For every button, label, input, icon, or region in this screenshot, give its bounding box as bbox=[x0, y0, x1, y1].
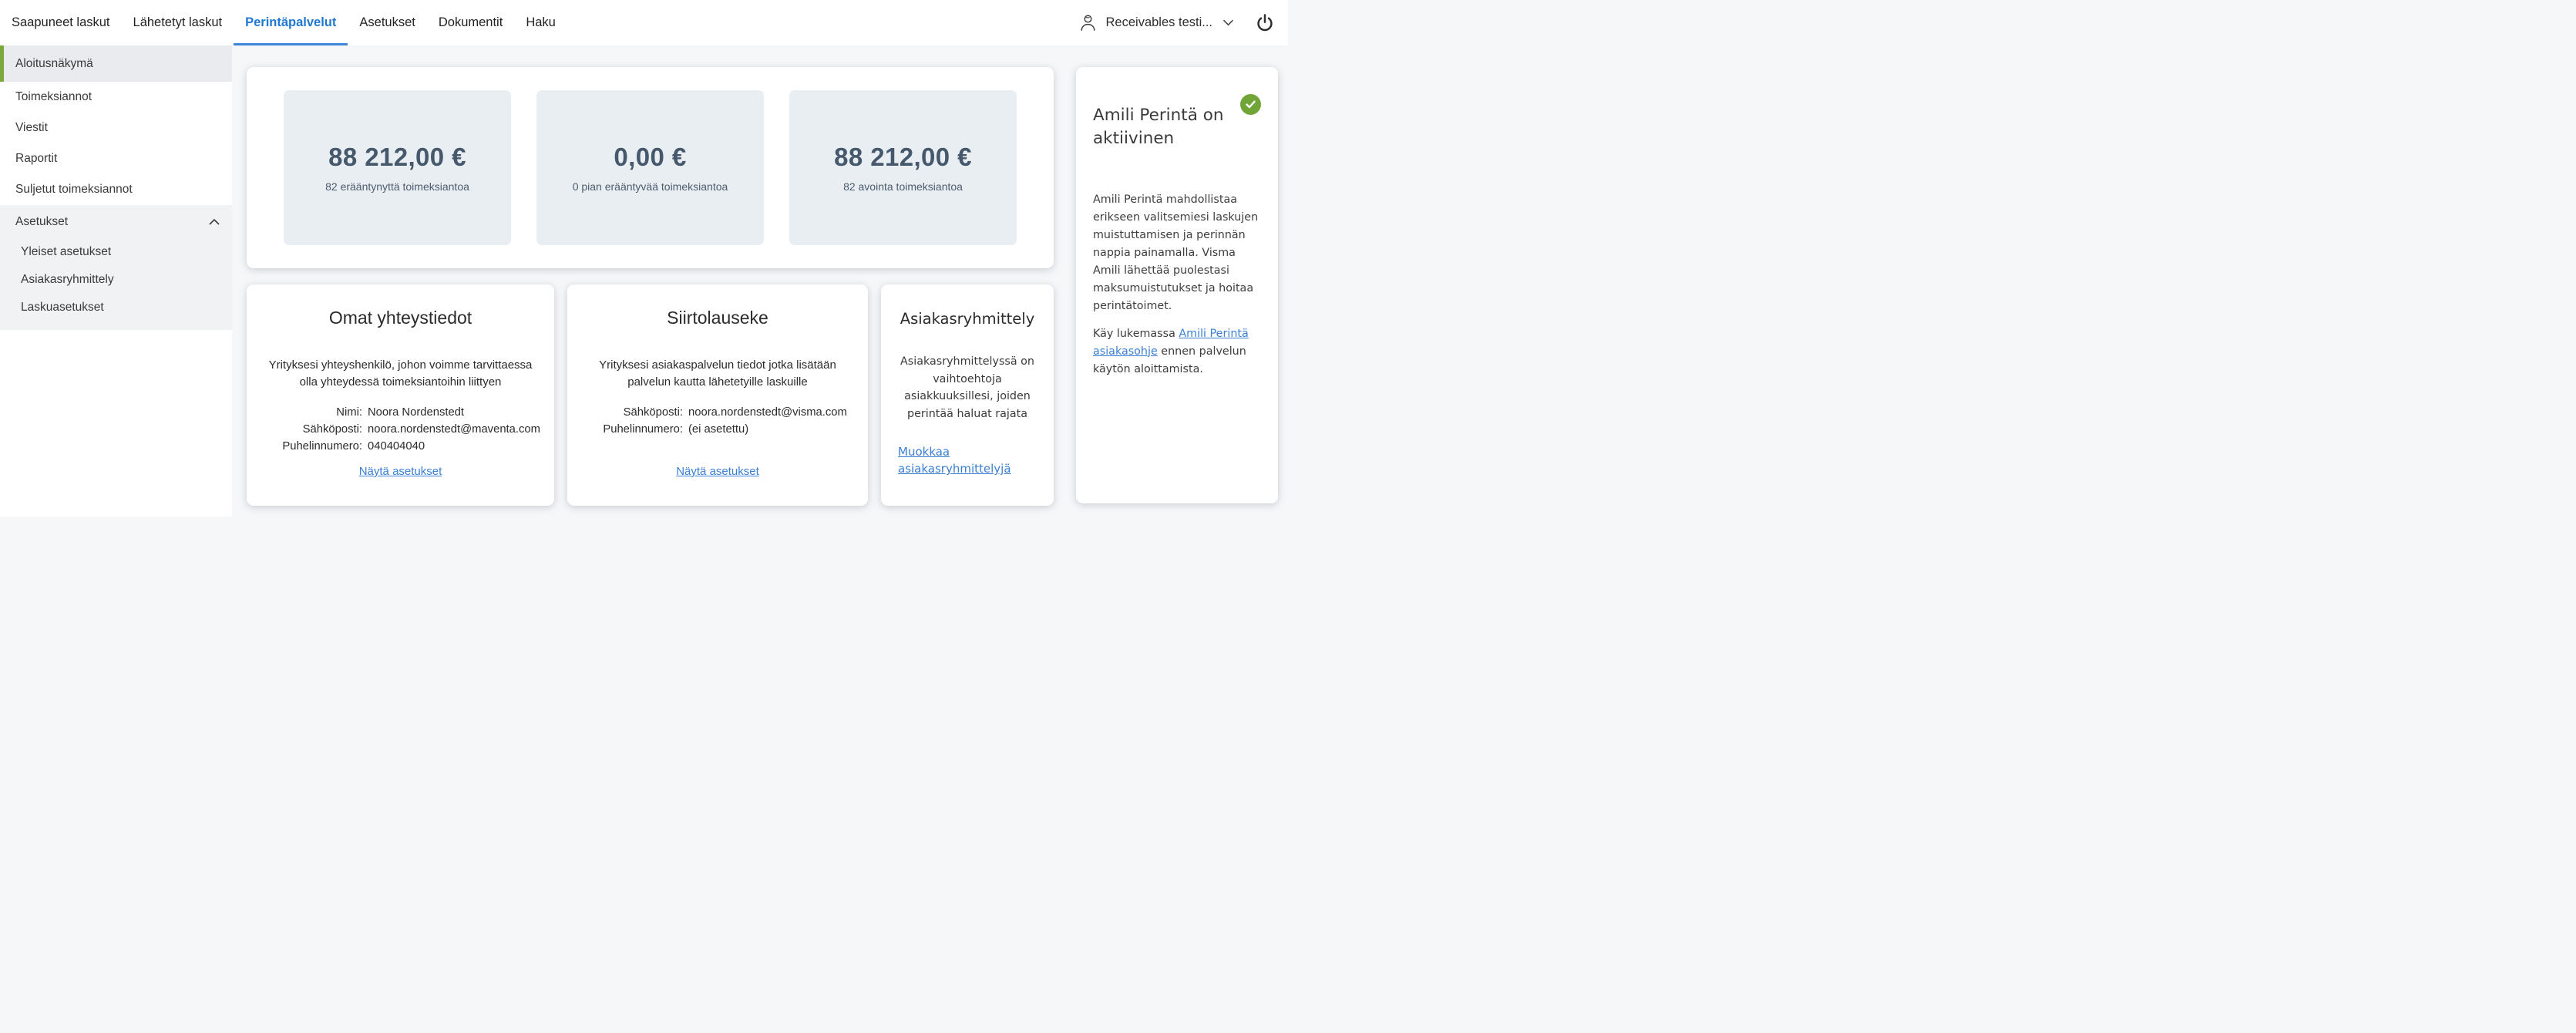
info-label: Sähköposti: bbox=[595, 404, 683, 421]
info-row-phone: Puhelinnumero: 040404040 bbox=[261, 438, 540, 455]
stat-overdue-amount: 88 212,00 € 82 erääntynyttä toimeksianto… bbox=[284, 90, 511, 245]
person-icon bbox=[1078, 12, 1098, 33]
app-shell: Aloitusnäkymä Toimeksiannot Viestit Rapo… bbox=[0, 45, 1288, 516]
power-button[interactable] bbox=[1255, 13, 1275, 33]
stat-caption: 82 avointa toimeksiantoa bbox=[843, 180, 963, 193]
contact-info-rows: Nimi: Noora Nordenstedt Sähköposti: noor… bbox=[261, 404, 540, 455]
tab-haku[interactable]: Haku bbox=[514, 0, 567, 45]
tab-saapuneet-laskut[interactable]: Saapuneet laskut bbox=[0, 0, 122, 45]
tab-asetukset[interactable]: Asetukset bbox=[348, 0, 426, 45]
tab-lahetetyt-laskut[interactable]: Lähetetyt laskut bbox=[122, 0, 234, 45]
card-siirtolauseke: Siirtolauseke Yrityksesi asiakaspalvelun… bbox=[567, 284, 868, 506]
sidebar-item-asetukset[interactable]: Asetukset bbox=[0, 205, 232, 238]
amili-status-panel: Amili Perintä on aktiivinen Amili Perint… bbox=[1076, 67, 1278, 503]
info-value: (ei asetettu) bbox=[683, 421, 840, 438]
chevron-up-icon bbox=[209, 219, 220, 225]
dashboard-column: 88 212,00 € 82 erääntynyttä toimeksianto… bbox=[247, 67, 1054, 516]
edit-customer-grouping-link[interactable]: Muokkaa asiakasryhmittelyjä bbox=[898, 443, 1037, 477]
sidebar-item-toimeksiannot[interactable]: Toimeksiannot bbox=[0, 82, 232, 113]
main-tabs: Saapuneet laskut Lähetetyt laskut Perint… bbox=[0, 0, 567, 45]
stat-caption: 82 erääntynyttä toimeksiantoa bbox=[325, 180, 469, 193]
info-label: Nimi: bbox=[274, 404, 362, 421]
stat-open-amount: 88 212,00 € 82 avointa toimeksiantoa bbox=[789, 90, 1017, 245]
info-row-name: Nimi: Noora Nordenstedt bbox=[261, 404, 540, 421]
power-icon bbox=[1255, 13, 1275, 33]
card-omat-yhteystiedot: Omat yhteystiedot Yrityksesi yhteyshenki… bbox=[247, 284, 554, 506]
account-name[interactable]: Receivables testi... bbox=[1106, 15, 1212, 30]
stat-value: 88 212,00 € bbox=[328, 143, 466, 172]
top-navigation: Saapuneet laskut Lähetetyt laskut Perint… bbox=[0, 0, 1288, 45]
stat-caption: 0 pian erääntyvää toimeksiantoa bbox=[573, 180, 728, 193]
check-icon bbox=[1240, 94, 1261, 115]
stat-value: 0,00 € bbox=[614, 143, 686, 172]
sidebar-group-label: Asetukset bbox=[15, 215, 68, 229]
card-title: Omat yhteystiedot bbox=[261, 308, 540, 328]
sidebar-item-raportit[interactable]: Raportit bbox=[0, 143, 232, 174]
transfer-info-rows: Sähköposti: noora.nordenstedt@visma.com … bbox=[581, 404, 854, 438]
sidebar-item-yleiset-asetukset[interactable]: Yleiset asetukset bbox=[0, 238, 232, 266]
show-settings-link[interactable]: Näytä asetukset bbox=[359, 465, 442, 478]
info-row-email: Sähköposti: noora.nordenstedt@maventa.co… bbox=[261, 421, 540, 438]
card-description: Yrityksesi yhteyshenkilö, johon voimme t… bbox=[264, 357, 538, 391]
info-label: Puhelinnumero: bbox=[595, 421, 683, 438]
user-area: Receivables testi... bbox=[1078, 0, 1288, 45]
amili-description: Amili Perintä mahdollistaa erikseen vali… bbox=[1093, 191, 1261, 315]
amili-guide-paragraph: Käy lukemassa Amili Perintä asiakasohje … bbox=[1093, 325, 1261, 379]
info-label: Puhelinnumero: bbox=[274, 438, 362, 455]
tab-perintapalvelut[interactable]: Perintäpalvelut bbox=[234, 0, 348, 45]
stat-value: 88 212,00 € bbox=[834, 143, 972, 172]
amili-panel-title: Amili Perintä on aktiivinen bbox=[1093, 104, 1230, 150]
stat-due-soon-amount: 0,00 € 0 pian erääntyvää toimeksiantoa bbox=[536, 90, 764, 245]
guide-text-prefix: Käy lukemassa bbox=[1093, 328, 1179, 340]
info-cards-row: Omat yhteystiedot Yrityksesi yhteyshenki… bbox=[247, 284, 1054, 506]
sidebar-group-asetukset: Asetukset Yleiset asetukset Asiakasryhmi… bbox=[0, 205, 232, 330]
card-description: Asiakasryhmittelyssä on vaihtoehtoja asi… bbox=[898, 353, 1037, 422]
chevron-down-icon[interactable] bbox=[1222, 19, 1234, 26]
card-asiakasryhmittely: Asiakasryhmittely Asiakasryhmittelyssä o… bbox=[881, 284, 1054, 506]
info-label: Sähköposti: bbox=[274, 421, 362, 438]
sidebar-item-viestit[interactable]: Viestit bbox=[0, 113, 232, 143]
card-title: Siirtolauseke bbox=[581, 308, 854, 328]
info-value: noora.nordenstedt@maventa.com bbox=[362, 421, 540, 438]
card-title: Asiakasryhmittely bbox=[898, 310, 1037, 328]
info-row-phone: Puhelinnumero: (ei asetettu) bbox=[581, 421, 854, 438]
sidebar-item-suljetut-toimeksiannot[interactable]: Suljetut toimeksiannot bbox=[0, 174, 232, 205]
info-value: Noora Nordenstedt bbox=[362, 404, 526, 421]
main-content: 88 212,00 € 82 erääntynyttä toimeksianto… bbox=[232, 45, 1288, 516]
card-description: Yrityksesi asiakaspalvelun tiedot jotka … bbox=[581, 357, 854, 391]
stats-summary-card: 88 212,00 € 82 erääntynyttä toimeksianto… bbox=[247, 67, 1054, 268]
sidebar-item-aloitusnakyma[interactable]: Aloitusnäkymä bbox=[0, 45, 232, 82]
sidebar: Aloitusnäkymä Toimeksiannot Viestit Rapo… bbox=[0, 45, 232, 516]
amili-panel-header: Amili Perintä on aktiivinen bbox=[1093, 90, 1261, 164]
tab-dokumentit[interactable]: Dokumentit bbox=[427, 0, 514, 45]
info-value: noora.nordenstedt@visma.com bbox=[683, 404, 847, 421]
sidebar-item-laskuasetukset[interactable]: Laskuasetukset bbox=[0, 294, 232, 321]
show-settings-link[interactable]: Näytä asetukset bbox=[676, 465, 759, 478]
sidebar-item-asiakasryhmittely[interactable]: Asiakasryhmittely bbox=[0, 266, 232, 294]
info-row-email: Sähköposti: noora.nordenstedt@visma.com bbox=[581, 404, 854, 421]
info-value: 040404040 bbox=[362, 438, 526, 455]
